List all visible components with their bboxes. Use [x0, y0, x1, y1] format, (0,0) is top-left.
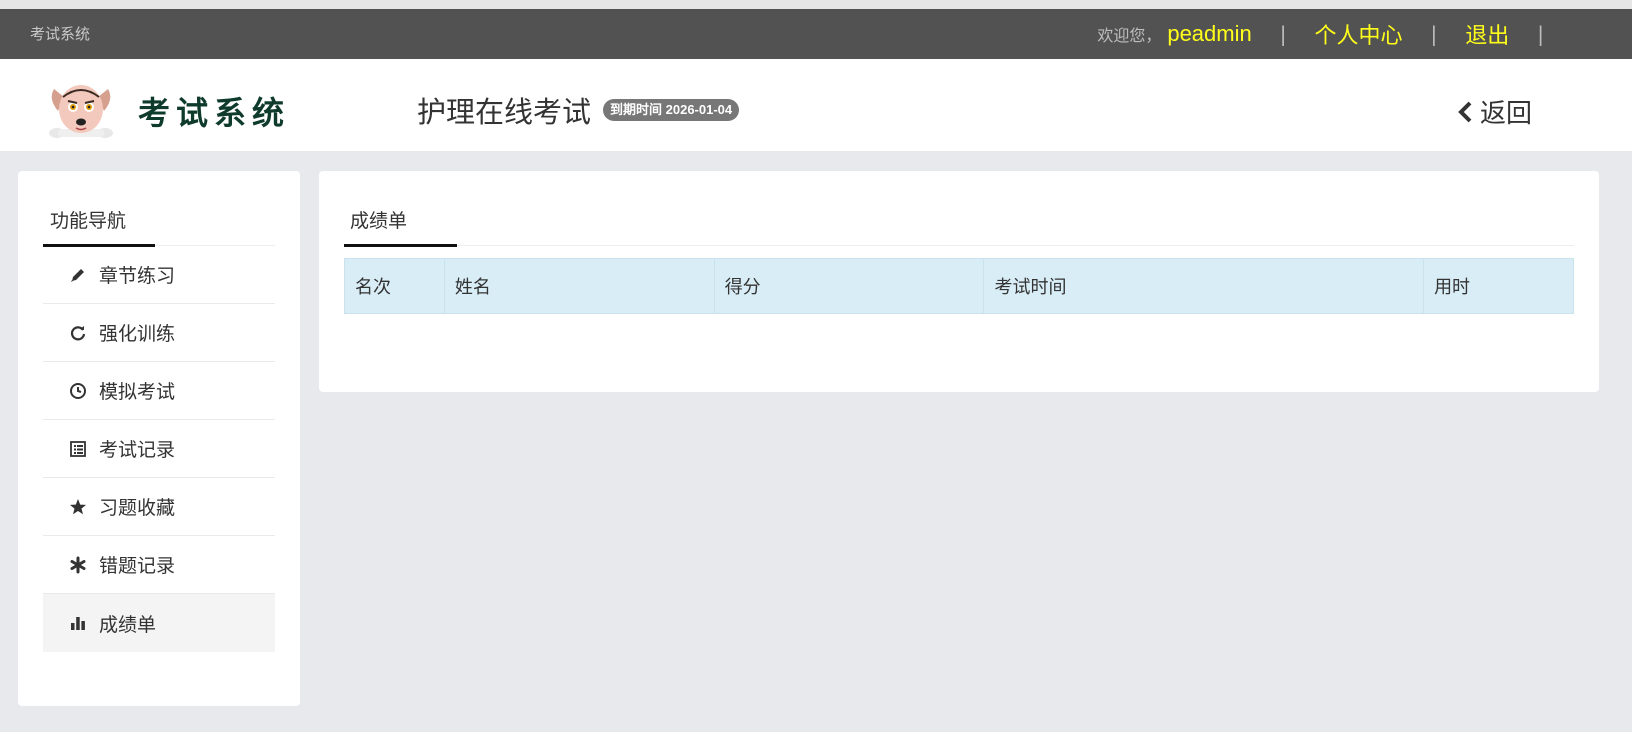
divider: | — [1279, 22, 1287, 46]
sidebar-item-label: 错题记录 — [99, 555, 176, 577]
user-menu: 欢迎您， peadmin | 个人中心 | 退出 | — [1097, 18, 1572, 50]
personal-center-link[interactable]: 个人中心 — [1314, 18, 1402, 50]
back-button[interactable]: 返回 — [1458, 93, 1532, 130]
main-panel: 成绩单 名次 姓名 得分 考试时间 用时 — [319, 171, 1599, 392]
sidebar: 功能导航 章节练习 强化训练 模拟考试 考试记录 习题收藏 错题记录 成绩单 — [18, 171, 300, 706]
page-title: 护理在线考试 — [417, 95, 592, 129]
star-icon — [67, 496, 89, 518]
system-label: 考试系统 — [30, 25, 91, 43]
refresh-icon — [67, 322, 89, 344]
dog-mascot-icon — [49, 85, 113, 138]
sidebar-item-chapter-practice[interactable]: 章节练习 — [43, 246, 275, 304]
logo[interactable]: 考试系统 — [46, 81, 290, 141]
column-header-exam-time: 考试时间 — [983, 258, 1425, 314]
sidebar-item-label: 章节练习 — [99, 265, 176, 287]
sidebar-header: 功能导航 — [43, 206, 275, 247]
column-header-name: 姓名 — [443, 258, 715, 314]
back-label: 返回 — [1480, 99, 1533, 129]
page-header: 考试系统 护理在线考试 到期时间 2026-01-04 返回 — [0, 59, 1632, 151]
sidebar-nav: 章节练习 强化训练 模拟考试 考试记录 习题收藏 错题记录 成绩单 — [43, 246, 275, 652]
sidebar-title: 功能导航 — [50, 210, 127, 232]
divider: | — [1537, 22, 1544, 46]
tab-scoreboard[interactable]: 成绩单 — [350, 206, 407, 233]
sidebar-item-label: 考试记录 — [99, 439, 176, 461]
chevron-left-icon — [1458, 101, 1472, 122]
exam-title-wrap: 护理在线考试 到期时间 2026-01-04 — [417, 89, 740, 131]
sidebar-item-wrong-answers[interactable]: 错题记录 — [43, 536, 275, 594]
sidebar-item-label: 强化训练 — [99, 323, 176, 345]
pencil-icon — [67, 264, 89, 286]
score-table: 名次 姓名 得分 考试时间 用时 — [344, 258, 1574, 314]
sidebar-item-intensive-training[interactable]: 强化训练 — [43, 304, 275, 362]
asterisk-icon — [67, 554, 89, 576]
expire-date-badge: 到期时间 2026-01-04 — [603, 99, 740, 121]
list-icon — [67, 438, 89, 460]
sidebar-item-exam-records[interactable]: 考试记录 — [43, 420, 275, 478]
top-bar: 考试系统 欢迎您， peadmin | 个人中心 | 退出 | — [0, 9, 1632, 59]
sidebar-item-scoreboard[interactable]: 成绩单 — [43, 594, 275, 652]
bar-chart-icon — [67, 612, 89, 634]
tab-underline — [344, 244, 457, 247]
sidebar-item-label: 模拟考试 — [99, 381, 176, 403]
sidebar-item-favorites[interactable]: 习题收藏 — [43, 478, 275, 536]
sidebar-item-label: 成绩单 — [99, 613, 157, 636]
clock-icon — [67, 380, 89, 402]
logout-link[interactable]: 退出 — [1465, 18, 1509, 50]
column-header-rank: 名次 — [344, 258, 445, 314]
logo-text: 考试系统 — [138, 94, 291, 132]
tab-bar: 成绩单 — [344, 206, 1574, 247]
table-header-row: 名次 姓名 得分 考试时间 用时 — [344, 258, 1574, 314]
username-link[interactable]: peadmin — [1167, 21, 1251, 47]
browser-top-strip — [0, 0, 1632, 9]
column-header-score: 得分 — [713, 258, 985, 314]
divider: | — [1430, 22, 1438, 46]
sidebar-item-label: 习题收藏 — [99, 497, 176, 519]
column-header-duration: 用时 — [1423, 258, 1574, 314]
sidebar-title-underline — [43, 244, 155, 247]
sidebar-item-mock-exam[interactable]: 模拟考试 — [43, 362, 275, 420]
welcome-text: 欢迎您， — [1097, 26, 1162, 45]
